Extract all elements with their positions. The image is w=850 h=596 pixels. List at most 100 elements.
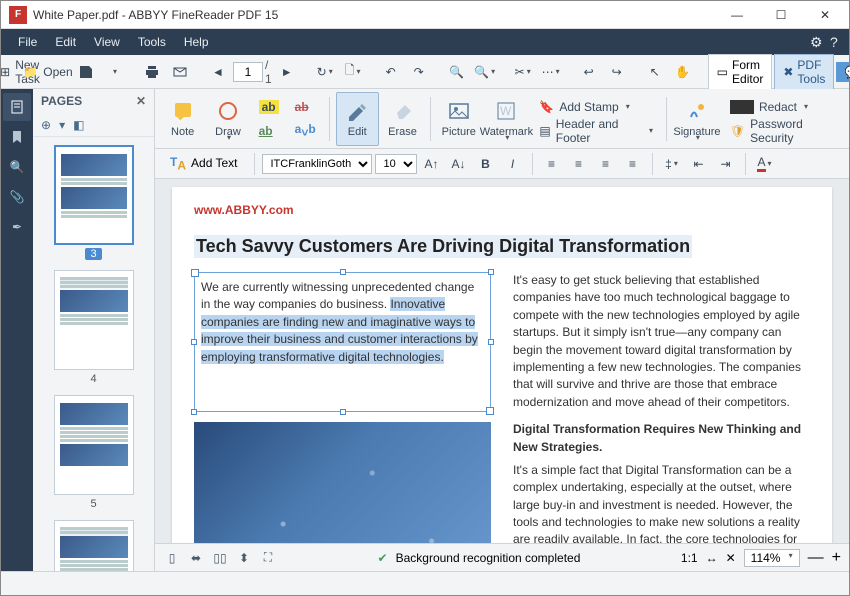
thumbnail-3[interactable]: 3	[51, 145, 137, 260]
thumbnails[interactable]: 3 4 5 6	[33, 137, 154, 571]
save-dropdown[interactable]: ▾	[101, 59, 127, 85]
draw-button[interactable]: Draw▾	[206, 92, 249, 146]
header-footer-button[interactable]: ▤Header and Footer▾	[532, 120, 660, 142]
hand-button[interactable]: ✋	[670, 59, 696, 85]
close-button[interactable]: ✕	[803, 1, 847, 29]
underline-button[interactable]: ab	[252, 120, 286, 142]
minimize-button[interactable]: —	[715, 1, 759, 29]
text-format-toolbar: TA Add Text ITCFranklinGothic 10 A↑ A↓ B…	[155, 149, 849, 179]
signature-button[interactable]: Signature▾	[673, 92, 721, 146]
page-options-icon[interactable]: ▾	[59, 118, 65, 132]
text-edit-box[interactable]: We are currently witnessing unprecedente…	[194, 272, 491, 412]
doc-para2[interactable]: It's easy to get stuck believing that es…	[513, 272, 810, 411]
fit-page-icon[interactable]: ↔	[706, 551, 718, 565]
email-button[interactable]	[167, 59, 193, 85]
doc-heading[interactable]: Tech Savvy Customers Are Driving Digital…	[194, 235, 692, 258]
font-size-select[interactable]: 10	[375, 154, 417, 174]
maximize-button[interactable]: ☐	[759, 1, 803, 29]
tab-bookmarks[interactable]	[3, 123, 31, 151]
thumbnail-6[interactable]: 6	[51, 520, 137, 571]
crop-button[interactable]: ✂▾	[510, 59, 536, 85]
continuous-icon[interactable]: ⬍	[235, 549, 253, 567]
thumbnail-5[interactable]: 5	[51, 395, 137, 510]
open-button[interactable]: 📁 Open	[35, 59, 61, 85]
search-button[interactable]: 🔍	[444, 59, 470, 85]
forward-button[interactable]: ↪	[604, 59, 630, 85]
align-center-button[interactable]: ≡	[567, 153, 591, 175]
search-dropdown[interactable]: 🔍▾	[472, 59, 498, 85]
add-stamp-button[interactable]: 🔖Add Stamp▾	[532, 96, 660, 118]
pdf-tools-button[interactable]: ✖ PDF Tools	[774, 54, 834, 90]
two-page-icon[interactable]: ▯▯	[211, 549, 229, 567]
form-editor-button[interactable]: ▭ Form Editor	[708, 54, 773, 90]
edit-button[interactable]: Edit	[336, 92, 379, 146]
thumbnail-4[interactable]: 4	[51, 270, 137, 385]
doc-para3[interactable]: It's a simple fact that Digital Transfor…	[513, 462, 810, 543]
doc-subhead[interactable]: Digital Transformation Requires New Thin…	[513, 421, 810, 456]
pages-close-icon[interactable]: ✕	[136, 94, 146, 108]
help-icon[interactable]: ?	[821, 30, 841, 54]
bold-button[interactable]: B	[474, 153, 498, 175]
decrease-font-button[interactable]: A↓	[447, 153, 471, 175]
ratio-label[interactable]: 1:1	[681, 551, 698, 565]
indent-right-button[interactable]: ⇥	[714, 153, 738, 175]
indent-left-button[interactable]: ⇤	[687, 153, 711, 175]
comments-button[interactable]: 💬 0	[836, 62, 850, 82]
menu-view[interactable]: View	[85, 31, 129, 53]
zoom-out-button[interactable]: —	[808, 549, 824, 567]
tab-signatures[interactable]: ✒	[3, 213, 31, 241]
settings-icon[interactable]: ⚙	[801, 30, 821, 55]
note-button[interactable]: Note	[161, 92, 204, 146]
next-page-button[interactable]: ►	[274, 59, 300, 85]
tab-attachments[interactable]: 📎	[3, 183, 31, 211]
print-button[interactable]	[139, 59, 165, 85]
delete-page-button[interactable]: 🗋▾	[340, 59, 366, 85]
tab-pages[interactable]	[3, 93, 31, 121]
fullscreen-icon[interactable]: ⛶	[259, 549, 277, 567]
menu-tools[interactable]: Tools	[129, 31, 175, 53]
document-view[interactable]: www.ABBYY.com Tech Savvy Customers Are D…	[155, 179, 849, 543]
menu-file[interactable]: File	[9, 31, 46, 53]
font-select[interactable]: ITCFranklinGothic	[262, 154, 372, 174]
strikeout-button[interactable]: ab	[288, 96, 323, 118]
tab-search[interactable]: 🔍	[3, 153, 31, 181]
single-page-icon[interactable]: ▯	[163, 549, 181, 567]
save-button[interactable]	[73, 59, 99, 85]
open-label: Open	[43, 65, 72, 79]
page-input[interactable]	[233, 62, 263, 82]
highlight-button[interactable]: ab	[252, 96, 286, 118]
actual-size-icon[interactable]: ✕	[726, 551, 736, 565]
undo-button[interactable]: ↶	[378, 59, 404, 85]
highlight-icon: ab	[259, 100, 279, 114]
italic-button[interactable]: I	[501, 153, 525, 175]
picture-button[interactable]: Picture	[437, 92, 480, 146]
rotate-button[interactable]: ↻▾	[312, 59, 338, 85]
align-justify-button[interactable]: ≡	[621, 153, 645, 175]
zoom-select[interactable]: 114%▾	[744, 549, 800, 567]
add-text-button[interactable]: TA Add Text	[161, 151, 247, 176]
increase-font-button[interactable]: A↑	[420, 153, 444, 175]
font-color-button[interactable]: A▾	[753, 153, 777, 175]
redact-button[interactable]: ▬Redact▾	[723, 96, 843, 118]
password-security-button[interactable]: 🛡Password Security	[723, 120, 843, 142]
watermark-button[interactable]: WWatermark▾	[482, 92, 530, 146]
pointer-button[interactable]: ↖	[642, 59, 668, 85]
prev-page-button[interactable]: ◄	[205, 59, 231, 85]
main-toolbar: ⊞ New Task 📁 Open ▾ ◄ / 1 ► ↻▾ 🗋▾ ↶ ↷ 🔍 …	[1, 55, 849, 89]
redact-icon: ▬	[730, 100, 754, 114]
align-left-button[interactable]: ≡	[540, 153, 564, 175]
erase-button[interactable]: Erase	[381, 92, 424, 146]
menu-edit[interactable]: Edit	[46, 31, 85, 53]
thumbnail-size-icon[interactable]: ◧	[73, 118, 84, 132]
more-tools-button[interactable]: ⋯▾	[538, 59, 564, 85]
insert-text-button[interactable]: a˅b	[288, 120, 323, 142]
menu-help[interactable]: Help	[175, 31, 218, 53]
align-right-button[interactable]: ≡	[594, 153, 618, 175]
back-button[interactable]: ↩	[576, 59, 602, 85]
fit-width-icon[interactable]: ⬌	[187, 549, 205, 567]
add-page-icon[interactable]: ⊕	[41, 118, 51, 132]
redo-button[interactable]: ↷	[406, 59, 432, 85]
stamp-icon: 🔖	[539, 100, 554, 114]
zoom-in-button[interactable]: +	[832, 549, 841, 567]
line-spacing-button[interactable]: ‡▾	[660, 153, 684, 175]
